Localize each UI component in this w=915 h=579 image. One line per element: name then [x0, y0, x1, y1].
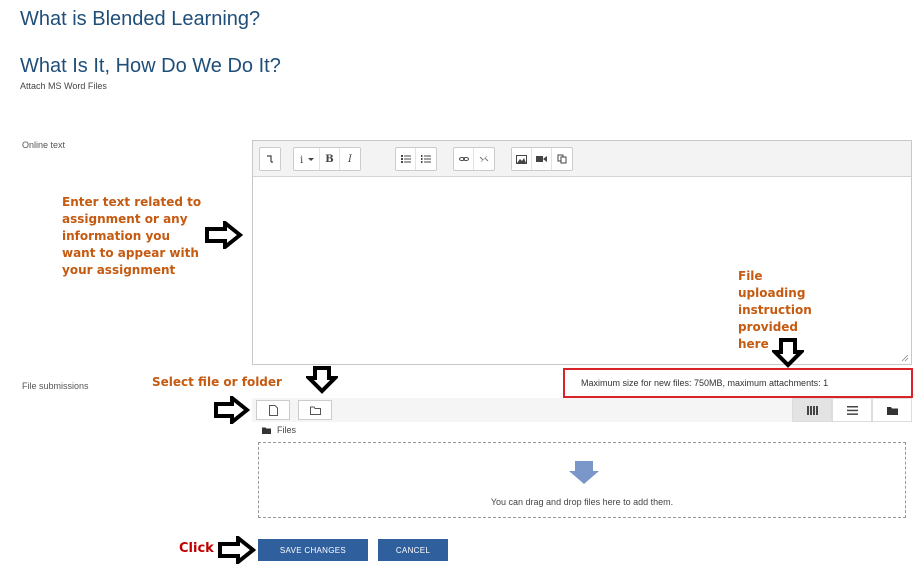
add-file-button[interactable]: [256, 400, 290, 420]
toolbar-group-4: [453, 147, 495, 171]
folder-icon: [886, 406, 898, 415]
assignment-description: Attach MS Word Files: [20, 81, 107, 91]
drop-instructions: You can drag and drop files here to add …: [490, 497, 674, 507]
arrow-right-icon: [214, 396, 250, 424]
list-icon: [846, 405, 858, 415]
unordered-list-icon[interactable]: [396, 148, 416, 170]
bold-icon[interactable]: B: [320, 148, 340, 170]
file-picker-toolbar: [252, 398, 912, 422]
click-annotation: Click: [179, 541, 214, 556]
view-toggle-group: [792, 398, 912, 422]
online-text-annotation: Enter text related to assignment or any …: [62, 195, 202, 277]
toolbar-group-3: [395, 147, 437, 171]
folder-icon: [262, 427, 271, 434]
save-changes-button[interactable]: SAVE CHANGES: [258, 539, 368, 561]
info-dropdown-icon[interactable]: i: [294, 148, 320, 170]
special-char-icon[interactable]: [552, 148, 572, 170]
file-submissions-label: File submissions: [22, 381, 89, 391]
paragraph-icon[interactable]: [260, 148, 280, 170]
arrow-down-icon: [306, 366, 338, 394]
page-subtitle: What Is It, How Do We Do It?: [20, 55, 281, 77]
toolbar-group-2: i B I: [293, 147, 361, 171]
italic-icon[interactable]: I: [340, 148, 360, 170]
download-arrow-icon: [569, 461, 599, 484]
list-view-button[interactable]: [832, 398, 872, 422]
page-title: What is Blended Learning?: [20, 8, 261, 30]
link-icon[interactable]: [454, 148, 474, 170]
video-icon[interactable]: [532, 148, 552, 170]
cancel-button[interactable]: CANCEL: [378, 539, 448, 561]
file-size-info: Maximum size for new files: 750MB, maxim…: [563, 368, 913, 398]
icon-view-button[interactable]: [792, 398, 832, 422]
select-file-annotation: Select file or folder: [152, 375, 282, 389]
toolbar-group-1: [259, 147, 281, 171]
svg-text:i: i: [300, 155, 303, 164]
file-drop-zone[interactable]: You can drag and drop files here to add …: [258, 442, 906, 518]
arrow-down-icon: [772, 338, 804, 368]
folder-icon: [309, 406, 321, 415]
toolbar-group-5: [511, 147, 573, 171]
file-path-breadcrumb: Files: [262, 425, 296, 435]
path-label[interactable]: Files: [277, 425, 296, 435]
create-folder-button[interactable]: [298, 400, 332, 420]
arrow-right-icon: [218, 536, 256, 564]
online-text-label: Online text: [22, 140, 66, 150]
image-icon[interactable]: [512, 148, 532, 170]
editor-toolbar: i B I: [253, 141, 911, 177]
arrow-right-icon: [205, 221, 243, 249]
file-icon: [268, 404, 278, 416]
ordered-list-icon[interactable]: [416, 148, 436, 170]
tree-view-button[interactable]: [872, 398, 912, 422]
resize-handle-icon[interactable]: [901, 354, 909, 362]
unlink-icon[interactable]: [474, 148, 494, 170]
online-text-editor[interactable]: i B I: [252, 140, 912, 365]
grid-icon: [806, 405, 818, 415]
